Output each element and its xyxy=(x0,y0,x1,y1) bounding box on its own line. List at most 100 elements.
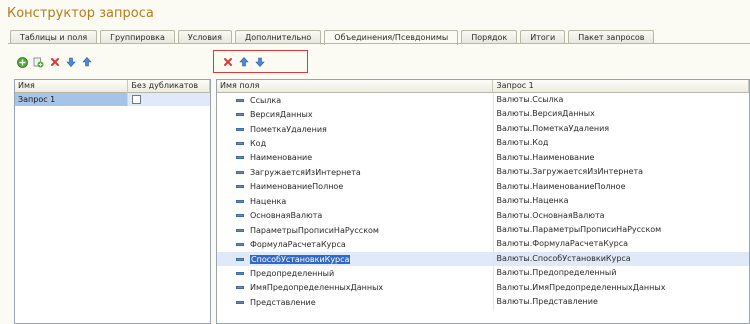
table-row[interactable]: Код Валюты.Код xyxy=(217,136,750,151)
field-name: ЗагружаетсяИзИнтернета xyxy=(250,167,361,177)
table-row[interactable]: Предопределенный Валюты.Предопределенный xyxy=(217,266,750,281)
field-icon xyxy=(236,98,244,102)
copy-icon xyxy=(33,57,44,67)
field-source[interactable]: Валюты.Наценка xyxy=(494,194,750,208)
table-row[interactable]: ЗагружаетсяИзИнтернета Валюты.Загружается… xyxy=(217,165,750,180)
table-row-selected[interactable]: СпособУстановкиКурса Валюты.СпособУстанов… xyxy=(217,251,750,267)
queries-header: Имя Без дубликатов xyxy=(15,80,210,93)
field-name: Наценка xyxy=(250,196,287,206)
delete-icon xyxy=(50,58,59,66)
table-row[interactable]: Наценка Валюты.Наценка xyxy=(217,194,750,209)
tab-order[interactable]: Порядок xyxy=(461,30,518,44)
field-name: ФормулаРасчетаКурса xyxy=(250,240,346,250)
copy-button[interactable] xyxy=(32,56,45,69)
field-icon xyxy=(236,185,244,189)
field-name: СпособУстановкиКурса xyxy=(250,254,351,264)
delete-field-button[interactable] xyxy=(221,56,234,69)
field-name: Предопределенный xyxy=(250,268,335,278)
right-toolbar xyxy=(221,55,269,69)
query-name[interactable]: Запрос 1 xyxy=(15,93,129,106)
field-source[interactable]: Валюты.Предопределенный xyxy=(494,266,750,280)
table-row[interactable]: ФормулаРасчетаКурса Валюты.ФормулаРасчета… xyxy=(217,237,750,252)
tab-additional[interactable]: Дополнительно xyxy=(234,30,322,44)
field-icon xyxy=(236,113,244,117)
field-icon xyxy=(236,228,244,232)
field-name: ИмяПредопределенныхДанных xyxy=(250,283,384,293)
field-icon xyxy=(236,257,244,261)
field-up-button[interactable] xyxy=(237,56,250,69)
tab-conditions[interactable]: Условия xyxy=(177,30,232,44)
field-source[interactable]: Валюты.СпособУстановкиКурса xyxy=(494,252,750,266)
field-icon xyxy=(236,142,244,146)
table-row[interactable]: ПометкаУдаления Валюты.ПометкаУдаления xyxy=(217,121,750,137)
tab-divider xyxy=(8,43,750,44)
move-up-button[interactable] xyxy=(80,56,93,69)
delete-button[interactable] xyxy=(48,56,61,69)
field-name: ПометкаУдаления xyxy=(250,124,327,134)
field-name: Представление xyxy=(250,297,316,307)
delete-icon xyxy=(223,58,232,66)
field-source[interactable]: Валюты.ИмяПредопределенныхДанных xyxy=(494,281,750,295)
tab-totals[interactable]: Итоги xyxy=(520,30,566,44)
field-name: НаименованиеПолное xyxy=(250,182,344,192)
add-icon xyxy=(17,56,28,68)
field-source[interactable]: Валюты.ВерсияДанных xyxy=(494,107,750,121)
column-header-name[interactable]: Имя xyxy=(15,80,129,93)
table-row[interactable]: Представление Валюты.Представление xyxy=(217,295,750,310)
table-row[interactable]: Ссылка Валюты.Ссылка xyxy=(217,93,750,108)
no-duplicates-cell xyxy=(128,93,210,106)
move-down-icon xyxy=(254,57,265,67)
column-header-field-name[interactable]: Имя поля xyxy=(217,80,494,93)
field-name: Ссылка xyxy=(250,95,282,105)
tab-grouping[interactable]: Группировка xyxy=(100,30,175,44)
field-source[interactable]: Валюты.Наименование xyxy=(494,151,750,165)
field-icon xyxy=(236,127,244,131)
no-duplicates-checkbox[interactable] xyxy=(132,95,142,104)
field-icon xyxy=(236,156,244,160)
tab-bar: Таблицы и поля Группировка Условия Допол… xyxy=(10,30,657,45)
add-button[interactable] xyxy=(16,56,29,69)
window-title: Конструктор запроса xyxy=(7,6,154,21)
query-row[interactable]: Запрос 1 xyxy=(15,93,210,106)
move-up-icon xyxy=(238,57,249,67)
field-icon xyxy=(236,271,244,275)
fields-rows: Ссылка Валюты.Ссылка ВерсияДанных Валюты.В… xyxy=(217,93,749,310)
move-down-button[interactable] xyxy=(64,56,77,69)
field-source[interactable]: Валюты.ОсновнаяВалюта xyxy=(494,209,750,223)
field-name: ВерсияДанных xyxy=(250,110,313,120)
field-icon xyxy=(236,300,244,304)
field-name: Наименование xyxy=(250,153,313,163)
field-name: ПараметрыПрописиНаРусском xyxy=(250,225,379,235)
column-header-no-duplicates[interactable]: Без дубликатов xyxy=(128,80,210,93)
table-row[interactable]: ОсновнаяВалюта Валюты.ОсновнаяВалюта xyxy=(217,208,750,223)
field-source[interactable]: Валюты.ФормулаРасчетаКурса xyxy=(494,237,750,251)
table-row[interactable]: ИмяПредопределенныхДанных Валюты.ИмяПредо… xyxy=(217,280,750,296)
field-name: Код xyxy=(250,139,267,149)
field-icon xyxy=(236,199,244,203)
field-icon xyxy=(236,170,244,174)
tab-tables-and-fields[interactable]: Таблицы и поля xyxy=(10,30,98,44)
queries-table: Имя Без дубликатов Запрос 1 xyxy=(14,79,211,324)
left-toolbar xyxy=(16,55,96,69)
field-source[interactable]: Валюты.Код xyxy=(494,136,750,150)
fields-table: Имя поля Запрос 1 Ссылка Валюты.Ссылка Ве… xyxy=(216,79,750,324)
field-icon xyxy=(236,286,244,290)
field-source[interactable]: Валюты.ЗагружаетсяИзИнтернета xyxy=(494,165,750,179)
field-down-button[interactable] xyxy=(253,56,266,69)
tab-query-batch[interactable]: Пакет запросов xyxy=(568,30,655,44)
field-icon xyxy=(236,243,244,247)
table-row[interactable]: НаименованиеПолное Валюты.НаименованиеПол… xyxy=(217,179,750,195)
table-row[interactable]: ВерсияДанных Валюты.ВерсияДанных xyxy=(217,107,750,122)
field-icon xyxy=(236,214,244,218)
table-row[interactable]: ПараметрыПрописиНаРусском Валюты.Параметр… xyxy=(217,222,750,238)
field-source[interactable]: Валюты.Представление xyxy=(494,295,750,309)
column-header-query1[interactable]: Запрос 1 xyxy=(493,80,749,93)
field-source[interactable]: Валюты.Ссылка xyxy=(494,93,750,107)
move-up-icon xyxy=(81,57,92,67)
field-source[interactable]: Валюты.ПометкаУдаления xyxy=(494,122,750,136)
fields-header: Имя поля Запрос 1 xyxy=(217,80,749,93)
move-down-icon xyxy=(65,57,76,67)
field-source[interactable]: Валюты.НаименованиеПолное xyxy=(494,180,750,194)
field-source[interactable]: Валюты.ПараметрыПрописиНаРусском xyxy=(494,223,750,237)
table-row[interactable]: Наименование Валюты.Наименование xyxy=(217,150,750,166)
